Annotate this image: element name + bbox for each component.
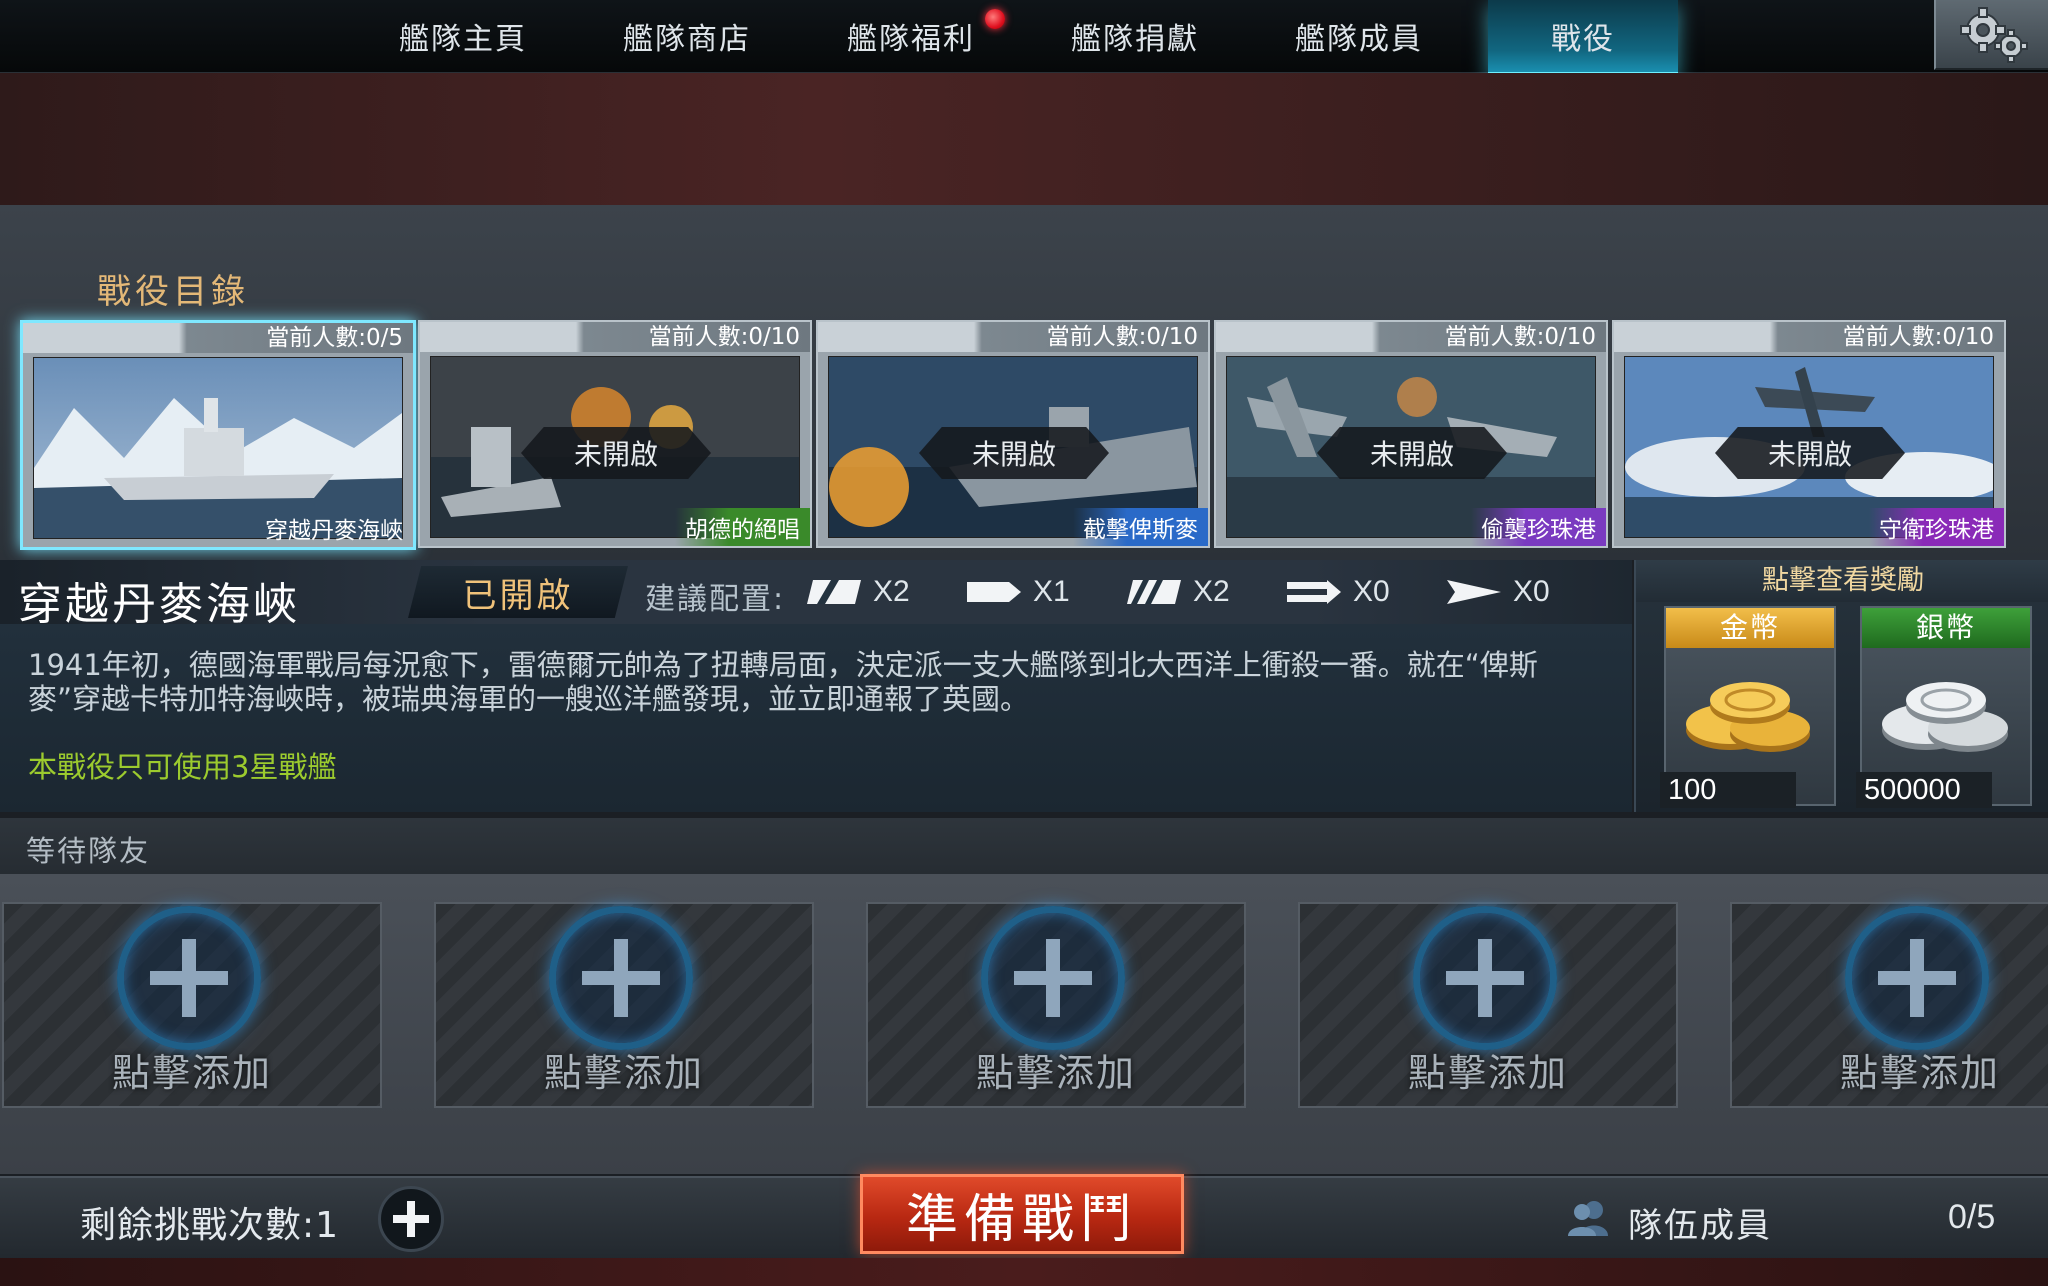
- campaign-list-title: 戰役目錄: [97, 272, 249, 312]
- settings-button[interactable]: [1934, 0, 2048, 70]
- ship-class-icon-c: [1127, 580, 1181, 604]
- tab-label: 艦隊商店: [623, 22, 751, 57]
- add-tries-button[interactable]: [378, 1186, 444, 1252]
- slot-label: 點擊添加: [111, 1051, 272, 1095]
- add-teammate-slot[interactable]: 點擊添加: [1298, 902, 1678, 1108]
- plus-icon: [1845, 906, 1989, 1050]
- add-teammate-slot[interactable]: 點擊添加: [866, 902, 1246, 1108]
- waiting-label: 等待隊友: [26, 834, 151, 868]
- campaign-title: 穿越丹麥海峽: [18, 579, 300, 630]
- ship-class-icon-e: [1447, 580, 1501, 604]
- reward-title: 點擊查看獎勵: [1636, 560, 2048, 602]
- team-members-count: 0/5: [1948, 1198, 1996, 1236]
- recommend-count: X1: [1033, 575, 1070, 608]
- campaign-card-hood[interactable]: 當前人數:0/10 未開啟 胡德的絕唱: [418, 320, 812, 548]
- slot-label: 點擊添加: [1839, 1051, 2000, 1095]
- tab-label: 艦隊捐獻: [1071, 22, 1199, 57]
- campaign-card-danish-strait[interactable]: 當前人數:0/5 穿越丹麥海峽: [20, 320, 416, 550]
- add-teammate-slot[interactable]: 點擊添加: [434, 902, 814, 1108]
- recommend-item: X2: [805, 572, 910, 612]
- locked-badge: 未開啟: [1715, 427, 1905, 479]
- campaign-name-label: 胡德的絕唱: [675, 508, 810, 546]
- slot-label: 點擊添加: [975, 1051, 1136, 1095]
- teammate-slots: 點擊添加 點擊添加 點擊添加 點擊添加 點擊添加: [0, 874, 2048, 1174]
- notification-dot: [985, 9, 1005, 29]
- remaining-tries: 剩餘挑戰次數:1: [80, 1205, 340, 1246]
- tab-label: 艦隊成員: [1295, 22, 1423, 57]
- card-player-count: 當前人數:0/10: [1444, 324, 1596, 350]
- silver-coins-icon: [1882, 682, 2008, 752]
- card-player-count: 當前人數:0/10: [1046, 324, 1198, 350]
- campaign-card-pearl-harbor-attack[interactable]: 當前人數:0/10 未開啟 偷襲珍珠港: [1214, 320, 1608, 548]
- campaign-restriction: 本戰役只可使用3星戰艦: [28, 750, 337, 784]
- reward-amount: 100: [1660, 772, 1796, 808]
- reward-gold[interactable]: 金幣 100: [1660, 606, 1836, 808]
- plus-icon: [549, 906, 693, 1050]
- team-members-icon: [1568, 1201, 1608, 1236]
- tab-fleet-home[interactable]: 艦隊主頁: [368, 0, 558, 72]
- campaign-name-label: 偷襲珍珠港: [1471, 508, 1606, 546]
- plus-icon: [1413, 906, 1557, 1050]
- header-banner: [0, 73, 2048, 205]
- recommend-label: 建議配置:: [645, 582, 786, 617]
- recommend-count: X2: [1193, 575, 1230, 608]
- tab-campaign[interactable]: 戰役: [1488, 0, 1678, 76]
- reward-silver[interactable]: 銀幣 500000: [1856, 606, 2032, 808]
- tab-fleet-donation[interactable]: 艦隊捐獻: [1040, 0, 1230, 72]
- tab-label: 戰役: [1551, 22, 1615, 57]
- tab-label: 艦隊福利: [847, 22, 975, 57]
- slot-label: 點擊添加: [1407, 1051, 1568, 1095]
- reward-amount: 500000: [1856, 772, 1992, 808]
- reward-label: 銀幣: [1862, 608, 2030, 648]
- status-badge: 已開啟: [408, 566, 628, 618]
- tab-label: 艦隊主頁: [399, 22, 527, 57]
- recommend-item: X0: [1285, 572, 1390, 612]
- plus-icon: [981, 906, 1125, 1050]
- team-members-label: 隊伍成員: [1628, 1206, 1772, 1246]
- ship-class-icon-b: [967, 582, 1021, 602]
- plus-icon: [117, 906, 261, 1050]
- waiting-bar: 等待隊友: [0, 818, 2048, 874]
- recommend-count: X2: [873, 575, 910, 608]
- campaign-card-bismarck[interactable]: 當前人數:0/10 未開啟 截擊俾斯麥: [816, 320, 1210, 548]
- campaign-detail-panel: 穿越丹麥海峽 已開啟 建議配置: X2 X1 X2 X0 X0 1941年初，德…: [0, 560, 1632, 812]
- campaign-name-label: 截擊俾斯麥: [1073, 508, 1208, 546]
- ready-battle-button[interactable]: 準備戰鬥: [860, 1174, 1184, 1254]
- slot-label: 點擊添加: [543, 1051, 704, 1095]
- add-teammate-slot[interactable]: 點擊添加: [1730, 902, 2048, 1108]
- bottom-bar: 剩餘挑戰次數:1 準備戰鬥 隊伍成員 0/5: [0, 1174, 2048, 1260]
- recommend-item: X2: [1125, 572, 1230, 612]
- gear-icon: [1960, 7, 2028, 63]
- recommend-count: X0: [1353, 575, 1390, 608]
- gold-coins-icon: [1686, 682, 1810, 752]
- add-teammate-slot[interactable]: 點擊添加: [2, 902, 382, 1108]
- campaign-name-label: 穿越丹麥海峽: [265, 518, 403, 544]
- campaign-name-label: 守衛珍珠港: [1869, 508, 2004, 546]
- locked-badge: 未開啟: [521, 427, 711, 479]
- tab-fleet-welfare[interactable]: 艦隊福利: [816, 0, 1006, 72]
- reward-label: 金幣: [1666, 608, 1834, 648]
- locked-badge: 未開啟: [919, 427, 1109, 479]
- bottom-strip: [0, 1258, 2048, 1286]
- campaign-card-pearl-harbor-defense[interactable]: 當前人數:0/10 未開啟 守衛珍珠港: [1612, 320, 2006, 548]
- tab-fleet-shop[interactable]: 艦隊商店: [592, 0, 782, 72]
- card-player-count: 當前人數:0/10: [1842, 324, 1994, 350]
- recommend-count: X0: [1513, 575, 1550, 608]
- ship-class-icon-d: [1287, 580, 1341, 604]
- card-player-count: 當前人數:0/5: [266, 325, 403, 351]
- tab-fleet-members[interactable]: 艦隊成員: [1264, 0, 1454, 72]
- recommend-item: X0: [1445, 572, 1550, 612]
- reward-panel[interactable]: 點擊查看獎勵 金幣 100 銀幣 500000: [1634, 560, 2048, 812]
- recommend-item: X1: [965, 572, 1070, 612]
- card-player-count: 當前人數:0/10: [648, 324, 800, 350]
- locked-badge: 未開啟: [1317, 427, 1507, 479]
- top-nav-bar: 艦隊主頁 艦隊商店 艦隊福利 艦隊捐獻 艦隊成員 戰役: [0, 0, 2048, 76]
- campaign-description: 1941年初，德國海軍戰局每況愈下，雷德爾元帥為了扭轉局面，決定派一支大艦隊到北…: [28, 648, 1538, 716]
- ship-class-icon-a: [807, 580, 861, 604]
